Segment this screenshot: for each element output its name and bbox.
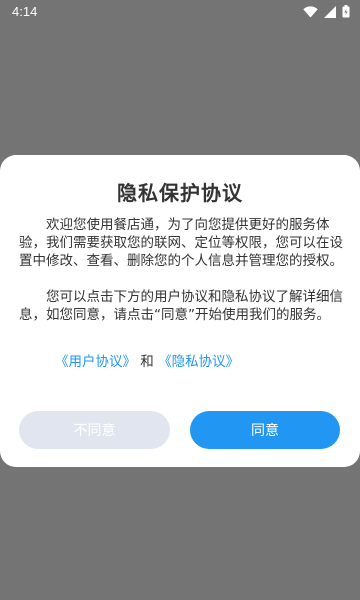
dialog-paragraph-permissions: 欢迎您使用餐店通，为了向您提供更好的服务体验，我们需要获取您的联网、定位等权限，…: [19, 217, 343, 269]
user-agreement-link[interactable]: 《用户协议》: [55, 354, 136, 370]
disagree-button[interactable]: 不同意: [19, 411, 170, 449]
privacy-agreement-link[interactable]: 《隐私协议》: [158, 354, 239, 370]
signal-icon: [324, 5, 336, 18]
dialog-title: 隐私保护协议: [117, 181, 243, 205]
privacy-dialog: 隐私保护协议 欢迎您使用餐店通，为了向您提供更好的服务体验，我们需要获取您的联网…: [0, 155, 360, 467]
status-bar: 4:14: [0, 0, 360, 24]
wifi-icon: [303, 5, 318, 17]
status-icons: [303, 5, 350, 18]
agree-button[interactable]: 同意: [190, 411, 340, 449]
status-time: 4:14: [12, 4, 38, 19]
dialog-paragraph-agreements: 您可以点击下方的用户协议和隐私协议了解详细信息，如您同意，请点击“同意”开始使用…: [19, 289, 343, 323]
dialog-body: 欢迎您使用餐店通，为了向您提供更好的服务体验，我们需要获取您的联网、定位等权限，…: [19, 216, 343, 324]
link-separator: 和: [140, 354, 154, 370]
agreement-links: 《用户协议》 和 《隐私协议》: [55, 350, 239, 370]
battery-icon: [342, 5, 350, 18]
